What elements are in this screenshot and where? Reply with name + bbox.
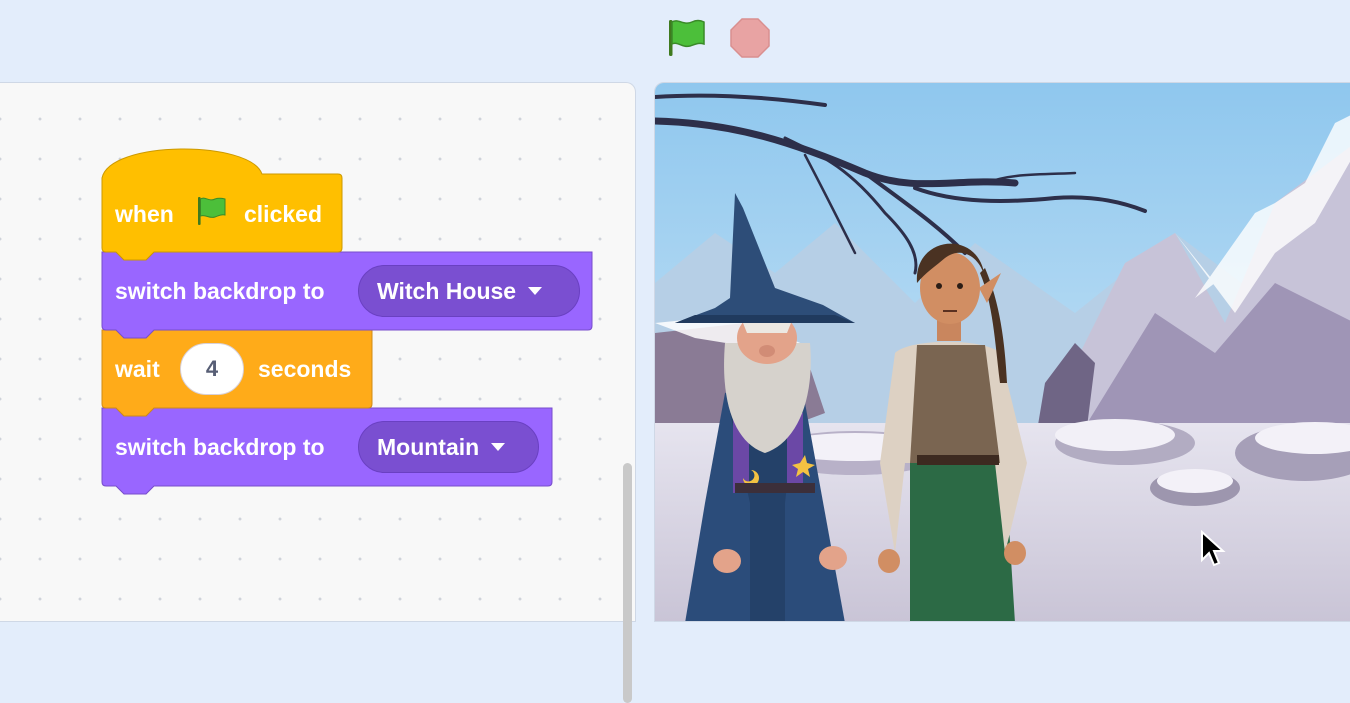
stage-scene — [655, 83, 1350, 621]
stop-icon — [730, 18, 770, 58]
backdrop-dropdown-value: Witch House — [377, 277, 517, 304]
wait-seconds-input[interactable]: 4 — [180, 343, 244, 395]
hat-clicked-label[interactable]: clicked — [244, 203, 322, 226]
wait-label[interactable]: wait — [115, 358, 160, 381]
backdrop-dropdown-value: Mountain — [377, 433, 480, 460]
switch-backdrop-label[interactable]: switch backdrop to — [115, 436, 325, 459]
green-flag-icon — [669, 19, 705, 56]
stage-controls-bar — [0, 0, 1350, 82]
seconds-label[interactable]: seconds — [258, 358, 351, 381]
backdrop-dropdown-mountain[interactable]: Mountain — [358, 421, 539, 473]
code-workspace[interactable] — [0, 82, 636, 703]
hat-when-label[interactable]: when — [115, 203, 174, 226]
stage[interactable] — [654, 82, 1350, 622]
mouse-pointer-icon — [1201, 530, 1226, 567]
chevron-down-icon — [491, 443, 506, 451]
switch-backdrop-label[interactable]: switch backdrop to — [115, 280, 325, 303]
chevron-down-icon — [528, 287, 543, 295]
green-flag-button[interactable] — [664, 14, 710, 60]
backdrop-dropdown-witch-house[interactable]: Witch House — [358, 265, 580, 317]
green-flag-icon — [198, 197, 226, 225]
stop-button[interactable] — [728, 16, 772, 60]
workspace-scrollbar[interactable] — [623, 463, 632, 703]
wait-seconds-value: 4 — [205, 356, 219, 381]
